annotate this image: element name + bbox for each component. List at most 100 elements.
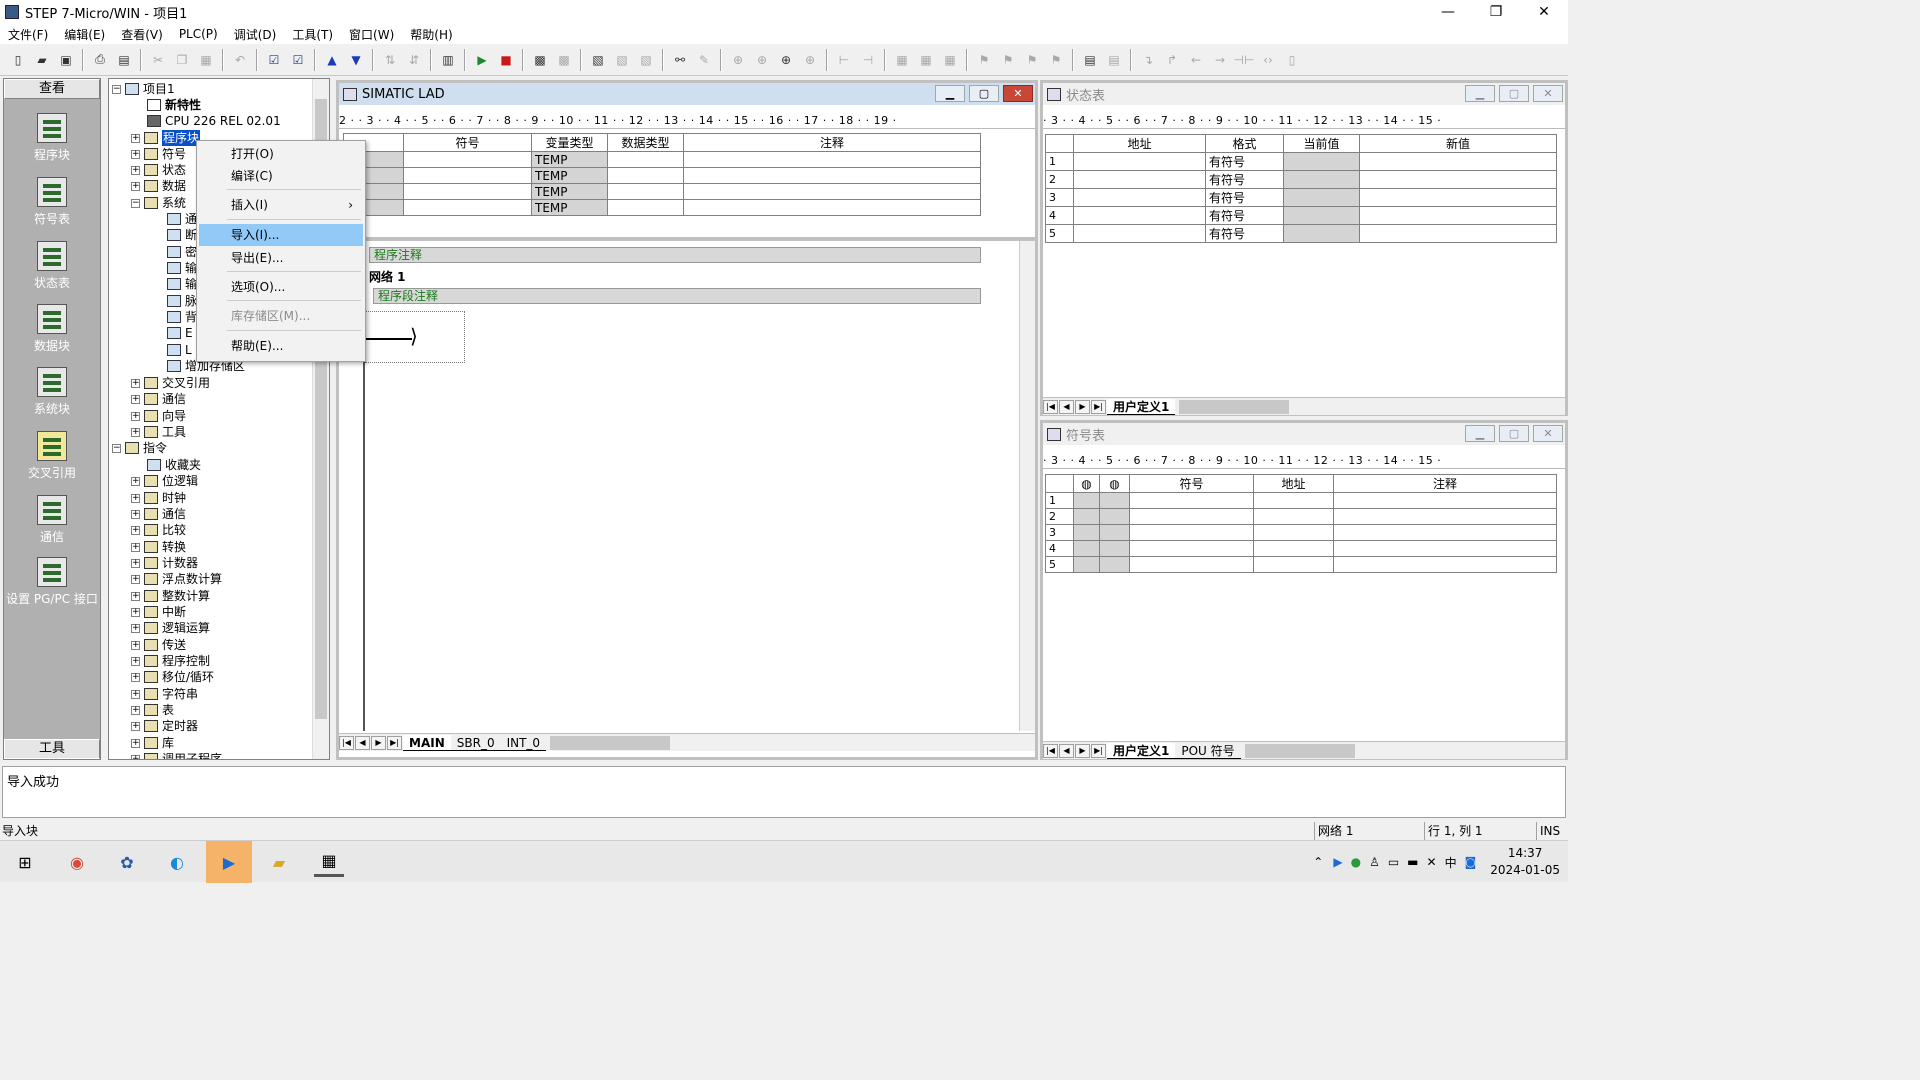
- open-icon[interactable]: ▰: [31, 49, 53, 71]
- nav-data-block[interactable]: 数据块: [4, 304, 100, 354]
- nav-system-block[interactable]: 系统块: [4, 367, 100, 417]
- tray-network-icon[interactable]: ▭: [1388, 855, 1399, 869]
- tree-instr-item[interactable]: + 比较: [131, 522, 186, 538]
- tree-system[interactable]: − 系统: [131, 195, 186, 211]
- nav-cross-reference[interactable]: 交叉引用: [4, 431, 100, 481]
- menu-file[interactable]: 文件(F): [0, 26, 56, 43]
- output-window[interactable]: 导入成功: [2, 766, 1566, 818]
- tree-instr-item[interactable]: + 定时器: [131, 718, 198, 734]
- copy-icon[interactable]: ❐: [171, 49, 193, 71]
- apply-project-icon[interactable]: ▤: [1079, 49, 1101, 71]
- nav-header[interactable]: 查看: [4, 79, 100, 99]
- box-icon[interactable]: ▯: [1281, 49, 1303, 71]
- tree-instr-item[interactable]: + 程序控制: [131, 653, 210, 669]
- lad-minimize-button[interactable]: ▁: [935, 85, 965, 102]
- tab-nav[interactable]: |◀ ◀ ▶ ▶|: [339, 735, 403, 750]
- lad-close-button[interactable]: ✕: [1003, 85, 1033, 102]
- tree-data[interactable]: + 数据: [131, 178, 186, 194]
- tree-communication[interactable]: + 通信: [131, 391, 186, 407]
- tree-instr-item[interactable]: + 逻辑运算: [131, 620, 210, 636]
- print-icon[interactable]: ⎙: [89, 49, 111, 71]
- chrome-icon[interactable]: ◉: [62, 847, 92, 877]
- ctx-library-memory[interactable]: 库存储区(M)...: [199, 305, 363, 327]
- network-title[interactable]: 网络 1: [369, 268, 406, 285]
- active-app-icon[interactable]: ▶: [206, 841, 252, 883]
- save-icon[interactable]: ▣: [55, 49, 77, 71]
- tree-status[interactable]: + 状态: [131, 162, 186, 178]
- lad-maximize-button[interactable]: ▢: [969, 85, 999, 102]
- ladder-cell[interactable]: ⟩: [365, 311, 465, 363]
- tree-instr-item[interactable]: + 中断: [131, 604, 186, 620]
- tree-instructions[interactable]: − 指令: [112, 440, 167, 456]
- sort-asc-icon[interactable]: ⇅: [379, 49, 401, 71]
- tree-symbol[interactable]: + 符号: [131, 146, 186, 162]
- tree-program-block[interactable]: + 程序块: [131, 130, 201, 146]
- tree-root[interactable]: − 项目1: [112, 81, 175, 97]
- line-right-icon[interactable]: →: [1209, 49, 1231, 71]
- menu-help[interactable]: 帮助(H): [402, 26, 460, 43]
- tray-chevron-icon[interactable]: ⌃: [1313, 855, 1323, 869]
- ctx-export[interactable]: 导出(E)...: [199, 247, 363, 269]
- ctx-insert[interactable]: 插入(I) ›: [199, 194, 363, 216]
- network-comment[interactable]: 程序段注释: [373, 288, 981, 304]
- network-app-icon[interactable]: ✿: [112, 847, 142, 877]
- symbol-table-icon[interactable]: ▦: [939, 49, 961, 71]
- tree-cross-reference[interactable]: + 交叉引用: [131, 375, 210, 391]
- tree-sub-item[interactable]: 输: [167, 260, 197, 276]
- tree-instr-item[interactable]: + 调用子程序: [131, 751, 222, 759]
- minimize-button[interactable]: —: [1424, 0, 1472, 24]
- sort-desc-icon[interactable]: ⇵: [403, 49, 425, 71]
- coil-icon[interactable]: ‹›: [1257, 49, 1279, 71]
- line-up-icon[interactable]: ↱: [1161, 49, 1183, 71]
- line-down-icon[interactable]: ↴: [1137, 49, 1159, 71]
- tree-sub-item[interactable]: L: [167, 342, 192, 358]
- tree-sub-item[interactable]: E: [167, 325, 193, 341]
- tree-instr-item[interactable]: 收藏夹: [147, 457, 201, 473]
- ctx-import[interactable]: 导入(I)...: [199, 224, 363, 246]
- chart-status-icon[interactable]: ▧: [587, 49, 609, 71]
- print-preview-icon[interactable]: ▤: [113, 49, 135, 71]
- tree-tools[interactable]: + 工具: [131, 424, 186, 440]
- read-all-forced-icon[interactable]: ⊕: [775, 49, 797, 71]
- restore-button[interactable]: ❐: [1472, 0, 1520, 24]
- new-icon[interactable]: ▯: [7, 49, 29, 71]
- unforce-all-icon[interactable]: ⊕: [799, 49, 821, 71]
- nav-symbol-table[interactable]: 符号表: [4, 177, 100, 227]
- tree-instr-item[interactable]: + 时钟: [131, 490, 186, 506]
- toggle-symbol-icon[interactable]: ▦: [915, 49, 937, 71]
- tree-sub-item[interactable]: 断: [167, 227, 197, 243]
- toggle-poi-icon[interactable]: ▦: [891, 49, 913, 71]
- tree-sub-item[interactable]: 输: [167, 276, 197, 292]
- contact-icon[interactable]: ⊣⊢: [1233, 49, 1255, 71]
- nav-program-block[interactable]: 程序块: [4, 113, 100, 163]
- step7-icon[interactable]: ▦: [314, 847, 344, 877]
- stop-icon[interactable]: ■: [495, 49, 517, 71]
- tab-user-defined[interactable]: 用户定义1: [1107, 398, 1176, 415]
- tree-instr-item[interactable]: + 表: [131, 702, 174, 718]
- lad-vscrollbar[interactable]: [1019, 241, 1035, 731]
- tree-wizard[interactable]: + 向导: [131, 408, 186, 424]
- unlock-icon[interactable]: ⊕: [751, 49, 773, 71]
- status-maximize-button[interactable]: ▢: [1499, 85, 1529, 102]
- paste-icon[interactable]: ▦: [195, 49, 217, 71]
- symbol-maximize-button[interactable]: ▢: [1499, 425, 1529, 442]
- compile-all-icon[interactable]: ☑: [287, 49, 309, 71]
- tree-instr-item[interactable]: + 浮点数计算: [131, 571, 222, 587]
- program-comment[interactable]: 程序注释: [369, 247, 981, 263]
- symbol-close-button[interactable]: ✕: [1533, 425, 1563, 442]
- menu-plc[interactable]: PLC(P): [171, 27, 226, 41]
- edge-icon[interactable]: ◐: [162, 847, 192, 877]
- undo-icon[interactable]: ↶: [229, 49, 251, 71]
- upload-icon[interactable]: ▲: [321, 49, 343, 71]
- tree-cpu[interactable]: CPU 226 REL 02.01: [147, 113, 281, 129]
- tray-qq-icon[interactable]: ♙: [1369, 855, 1380, 869]
- tray-input-icon[interactable]: 中: [1445, 854, 1457, 871]
- remove-bookmarks-icon[interactable]: ⚑: [1045, 49, 1067, 71]
- nav-set-pg-pc[interactable]: 设置 PG/PC 接口: [4, 557, 100, 607]
- menu-window[interactable]: 窗口(W): [341, 26, 402, 43]
- menu-edit[interactable]: 编辑(E): [56, 26, 113, 43]
- tree-sub-item[interactable]: 密: [167, 244, 197, 260]
- start-icon[interactable]: ⊞: [10, 847, 40, 877]
- tab-nav[interactable]: |◀ ◀ ▶ ▶|: [1043, 399, 1107, 414]
- tree-instr-item[interactable]: + 通信: [131, 506, 186, 522]
